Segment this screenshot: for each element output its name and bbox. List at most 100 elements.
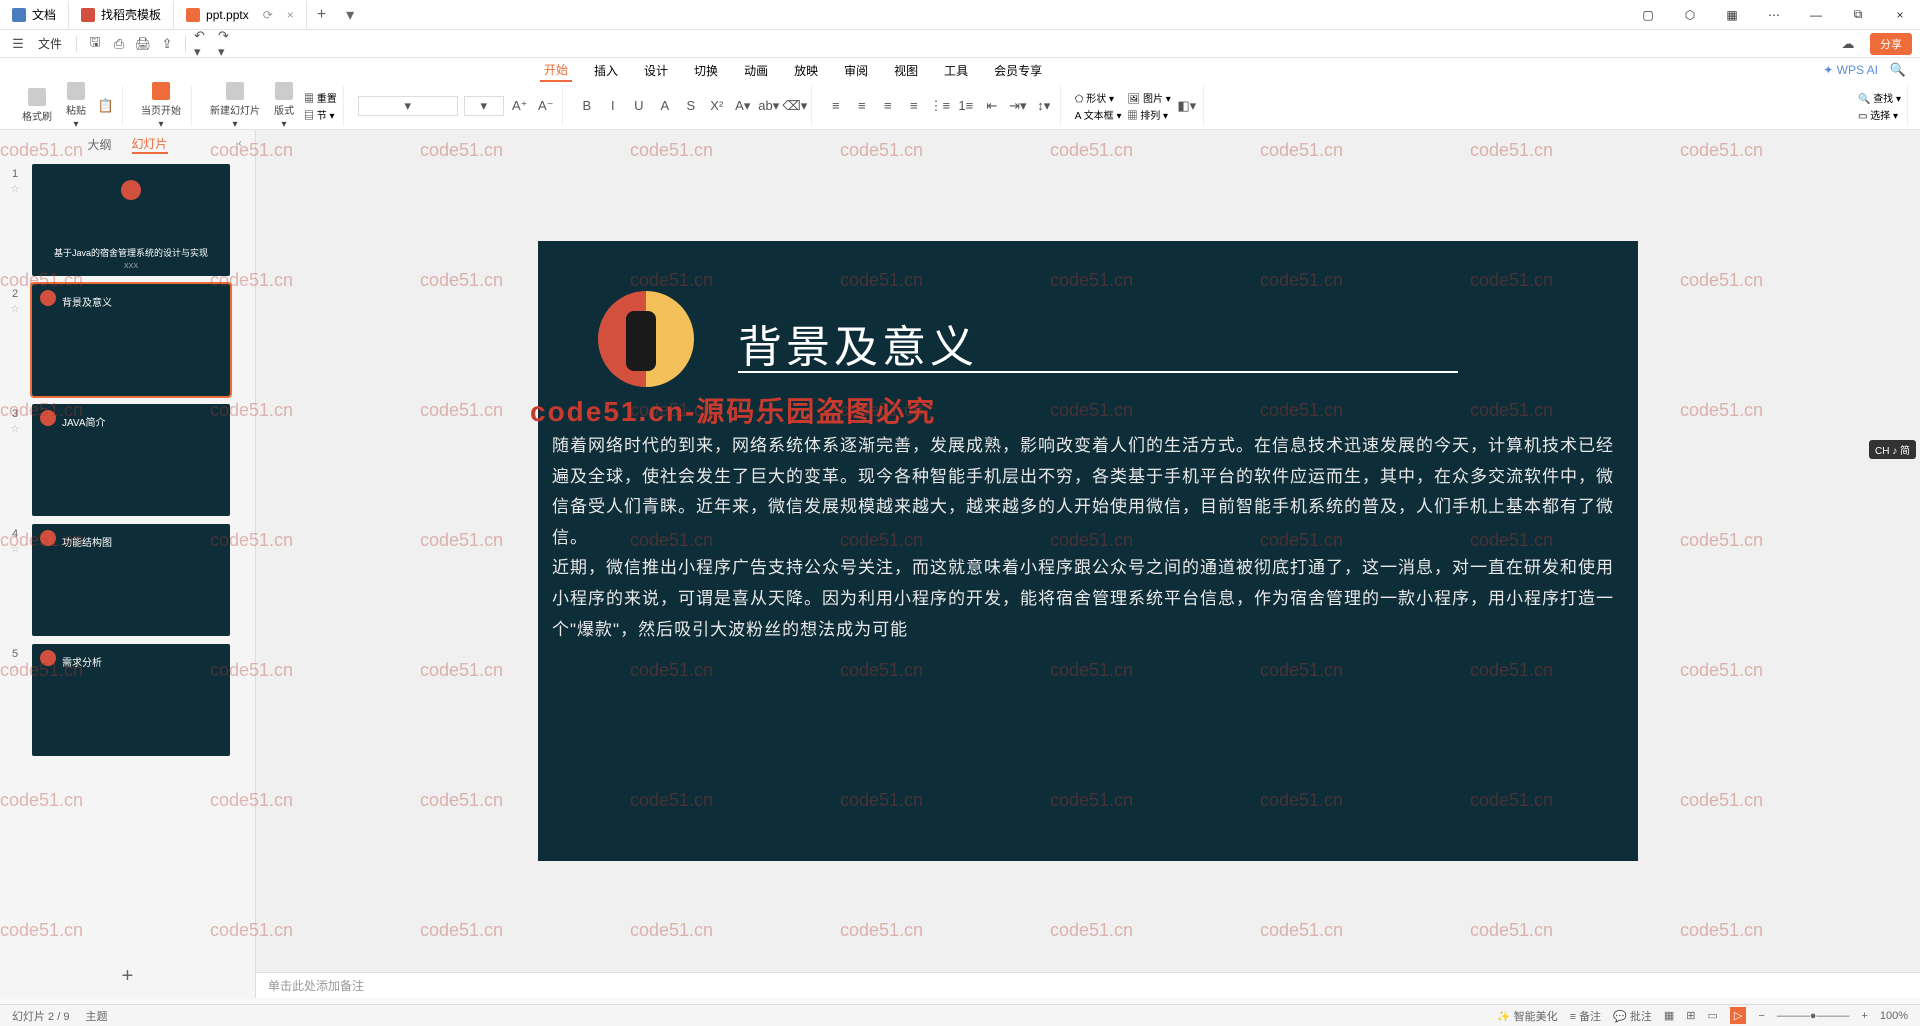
layout-button[interactable]: 版式 ▾ xyxy=(270,80,298,132)
collapse-panel-icon[interactable]: ‹ xyxy=(238,136,242,150)
ribbon-start[interactable]: 开始 xyxy=(540,59,572,82)
ribbon-slideshow[interactable]: 放映 xyxy=(790,60,822,81)
strike-icon[interactable]: A xyxy=(655,96,675,116)
wc3-icon[interactable]: ▦ xyxy=(1712,0,1752,30)
increase-font-icon[interactable]: A⁺ xyxy=(510,96,530,116)
tab-dropdown-icon[interactable]: ▾ xyxy=(336,5,364,25)
maximize-icon[interactable]: ⧉ xyxy=(1838,0,1878,30)
star-icon[interactable]: ☆ xyxy=(11,544,20,555)
picture-button[interactable]: 🖼 图片 ▾ xyxy=(1128,90,1171,105)
search-icon[interactable]: 🔍 xyxy=(1888,60,1908,80)
tab-templates[interactable]: 找稻壳模板 xyxy=(69,1,174,29)
ribbon-review[interactable]: 审阅 xyxy=(840,60,872,81)
tab-ppt[interactable]: ppt.pptx⟳× xyxy=(174,1,307,29)
ribbon-member[interactable]: 会员专享 xyxy=(990,60,1046,81)
thumbnail-3[interactable]: JAVA简介 xyxy=(32,404,230,516)
menu-icon[interactable]: ☰ xyxy=(8,34,28,54)
zoom-slider[interactable]: ———●——— xyxy=(1777,1010,1850,1022)
thumbnail-1[interactable]: 基于Java的宿舍管理系统的设计与实现XXX xyxy=(32,164,230,276)
section-button[interactable]: ▤ 节 ▾ xyxy=(304,107,337,122)
format-painter-button[interactable]: 格式刷 xyxy=(18,86,56,125)
bold-icon[interactable]: B xyxy=(577,96,597,116)
ime-badge[interactable]: CH ♪ 简 xyxy=(1869,440,1916,459)
close-icon[interactable]: × xyxy=(1880,0,1920,30)
ribbon-animation[interactable]: 动画 xyxy=(740,60,772,81)
view-sorter-icon[interactable]: ⊞ xyxy=(1686,1009,1695,1022)
zoom-out-icon[interactable]: − xyxy=(1758,1010,1764,1022)
ribbon-insert[interactable]: 插入 xyxy=(590,60,622,81)
ribbon-tools[interactable]: 工具 xyxy=(940,60,972,81)
thumbnail-2[interactable]: 背景及意义 xyxy=(32,284,230,396)
zoom-in-icon[interactable]: + xyxy=(1861,1010,1867,1022)
clearformat-icon[interactable]: ⌫▾ xyxy=(785,96,805,116)
tab-close-icon[interactable]: × xyxy=(287,8,294,22)
bullets-icon[interactable]: ⋮≡ xyxy=(930,96,950,116)
find-button[interactable]: 🔍 查找 ▾ xyxy=(1858,90,1901,105)
highlight-icon[interactable]: ab▾ xyxy=(759,96,779,116)
wc1-icon[interactable]: ▢ xyxy=(1628,0,1668,30)
outline-tab[interactable]: 大纲 xyxy=(87,136,111,153)
file-menu[interactable]: 文件 xyxy=(32,33,68,54)
indent-left-icon[interactable]: ⇤ xyxy=(982,96,1002,116)
save-icon[interactable]: 🖫 xyxy=(85,34,105,54)
indent-right-icon[interactable]: ⇥▾ xyxy=(1008,96,1028,116)
view-slideshow-icon[interactable]: ▷ xyxy=(1730,1007,1746,1024)
slides-tab[interactable]: 幻灯片 xyxy=(132,135,168,154)
comments-button[interactable]: 💬 批注 xyxy=(1613,1008,1652,1024)
share-button[interactable]: 分享 xyxy=(1870,33,1912,55)
print-preview-icon[interactable]: ⎙ xyxy=(109,34,129,54)
notes-area[interactable]: 单击此处添加备注 xyxy=(256,972,1920,998)
superscript-icon[interactable]: X² xyxy=(707,96,727,116)
from-current-button[interactable]: 当页开始 ▾ xyxy=(137,80,185,132)
ribbon-design[interactable]: 设计 xyxy=(640,60,672,81)
align-right-icon[interactable]: ≡ xyxy=(878,96,898,116)
new-slide-button[interactable]: 新建幻灯片 ▾ xyxy=(206,80,264,132)
align-justify-icon[interactable]: ≡ xyxy=(904,96,924,116)
decrease-font-icon[interactable]: A⁻ xyxy=(536,96,556,116)
undo-icon[interactable]: ↶ ▾ xyxy=(194,34,214,54)
star-icon[interactable]: ☆ xyxy=(11,664,20,675)
new-tab-button[interactable]: + xyxy=(307,6,336,24)
slide-body[interactable]: 随着网络时代的到来，网络系统体系逐渐完善，发展成熟，影响改变着人们的生活方式。在… xyxy=(552,431,1624,645)
wc2-icon[interactable]: ⬡ xyxy=(1670,0,1710,30)
paste-button[interactable]: 粘贴 ▾ xyxy=(62,80,90,132)
wps-ai-button[interactable]: ✦ WPS AI xyxy=(1823,63,1878,77)
strikethrough-icon[interactable]: S xyxy=(681,96,701,116)
fontsize-select[interactable]: ▾ xyxy=(464,96,504,116)
minimize-icon[interactable]: — xyxy=(1796,0,1836,30)
star-icon[interactable]: ☆ xyxy=(11,304,20,315)
notes-button[interactable]: ≡ 备注 xyxy=(1570,1008,1601,1024)
redo-icon[interactable]: ↷ ▾ xyxy=(218,34,238,54)
add-slide-button[interactable]: + xyxy=(0,955,255,998)
zoom-value[interactable]: 100% xyxy=(1880,1010,1908,1022)
star-icon[interactable]: ☆ xyxy=(11,184,20,195)
tab-documents[interactable]: 文档 xyxy=(0,1,69,29)
view-reading-icon[interactable]: ▭ xyxy=(1707,1009,1717,1022)
numbering-icon[interactable]: 1≡ xyxy=(956,96,976,116)
thumbnail-4[interactable]: 功能结构图 xyxy=(32,524,230,636)
align-left-icon[interactable]: ≡ xyxy=(826,96,846,116)
shape-button[interactable]: ⬠ 形状 ▾ xyxy=(1075,90,1122,105)
italic-icon[interactable]: I xyxy=(603,96,623,116)
ribbon-view[interactable]: 视图 xyxy=(890,60,922,81)
thumbnail-5[interactable]: 需求分析 xyxy=(32,644,230,756)
clipboard-icon[interactable]: 📋 xyxy=(96,96,116,116)
cloud-icon[interactable]: ☁ xyxy=(1838,34,1858,54)
tab-refresh-icon[interactable]: ⟳ xyxy=(263,8,273,22)
select-button[interactable]: ▭ 选择 ▾ xyxy=(1858,107,1901,122)
star-icon[interactable]: ☆ xyxy=(11,424,20,435)
arrange-button[interactable]: ▦ 排列 ▾ xyxy=(1128,107,1171,122)
fontcolor-icon[interactable]: A▾ xyxy=(733,96,753,116)
ribbon-transition[interactable]: 切换 xyxy=(690,60,722,81)
underline-icon[interactable]: U xyxy=(629,96,649,116)
status-theme[interactable]: 主题 xyxy=(85,1008,107,1024)
reset-button[interactable]: ▦ 重置 xyxy=(304,90,337,105)
beautify-button[interactable]: ✨ 智能美化 xyxy=(1497,1008,1558,1024)
align-center-icon[interactable]: ≡ xyxy=(852,96,872,116)
print-icon[interactable]: 🖨 xyxy=(133,34,153,54)
font-select[interactable]: ▾ xyxy=(358,96,458,116)
textbox-button[interactable]: A 文本框 ▾ xyxy=(1075,107,1122,122)
slide-title[interactable]: 背景及意义 xyxy=(738,311,978,375)
wc4-icon[interactable]: ⋯ xyxy=(1754,0,1794,30)
export-icon[interactable]: ⇪ xyxy=(157,34,177,54)
